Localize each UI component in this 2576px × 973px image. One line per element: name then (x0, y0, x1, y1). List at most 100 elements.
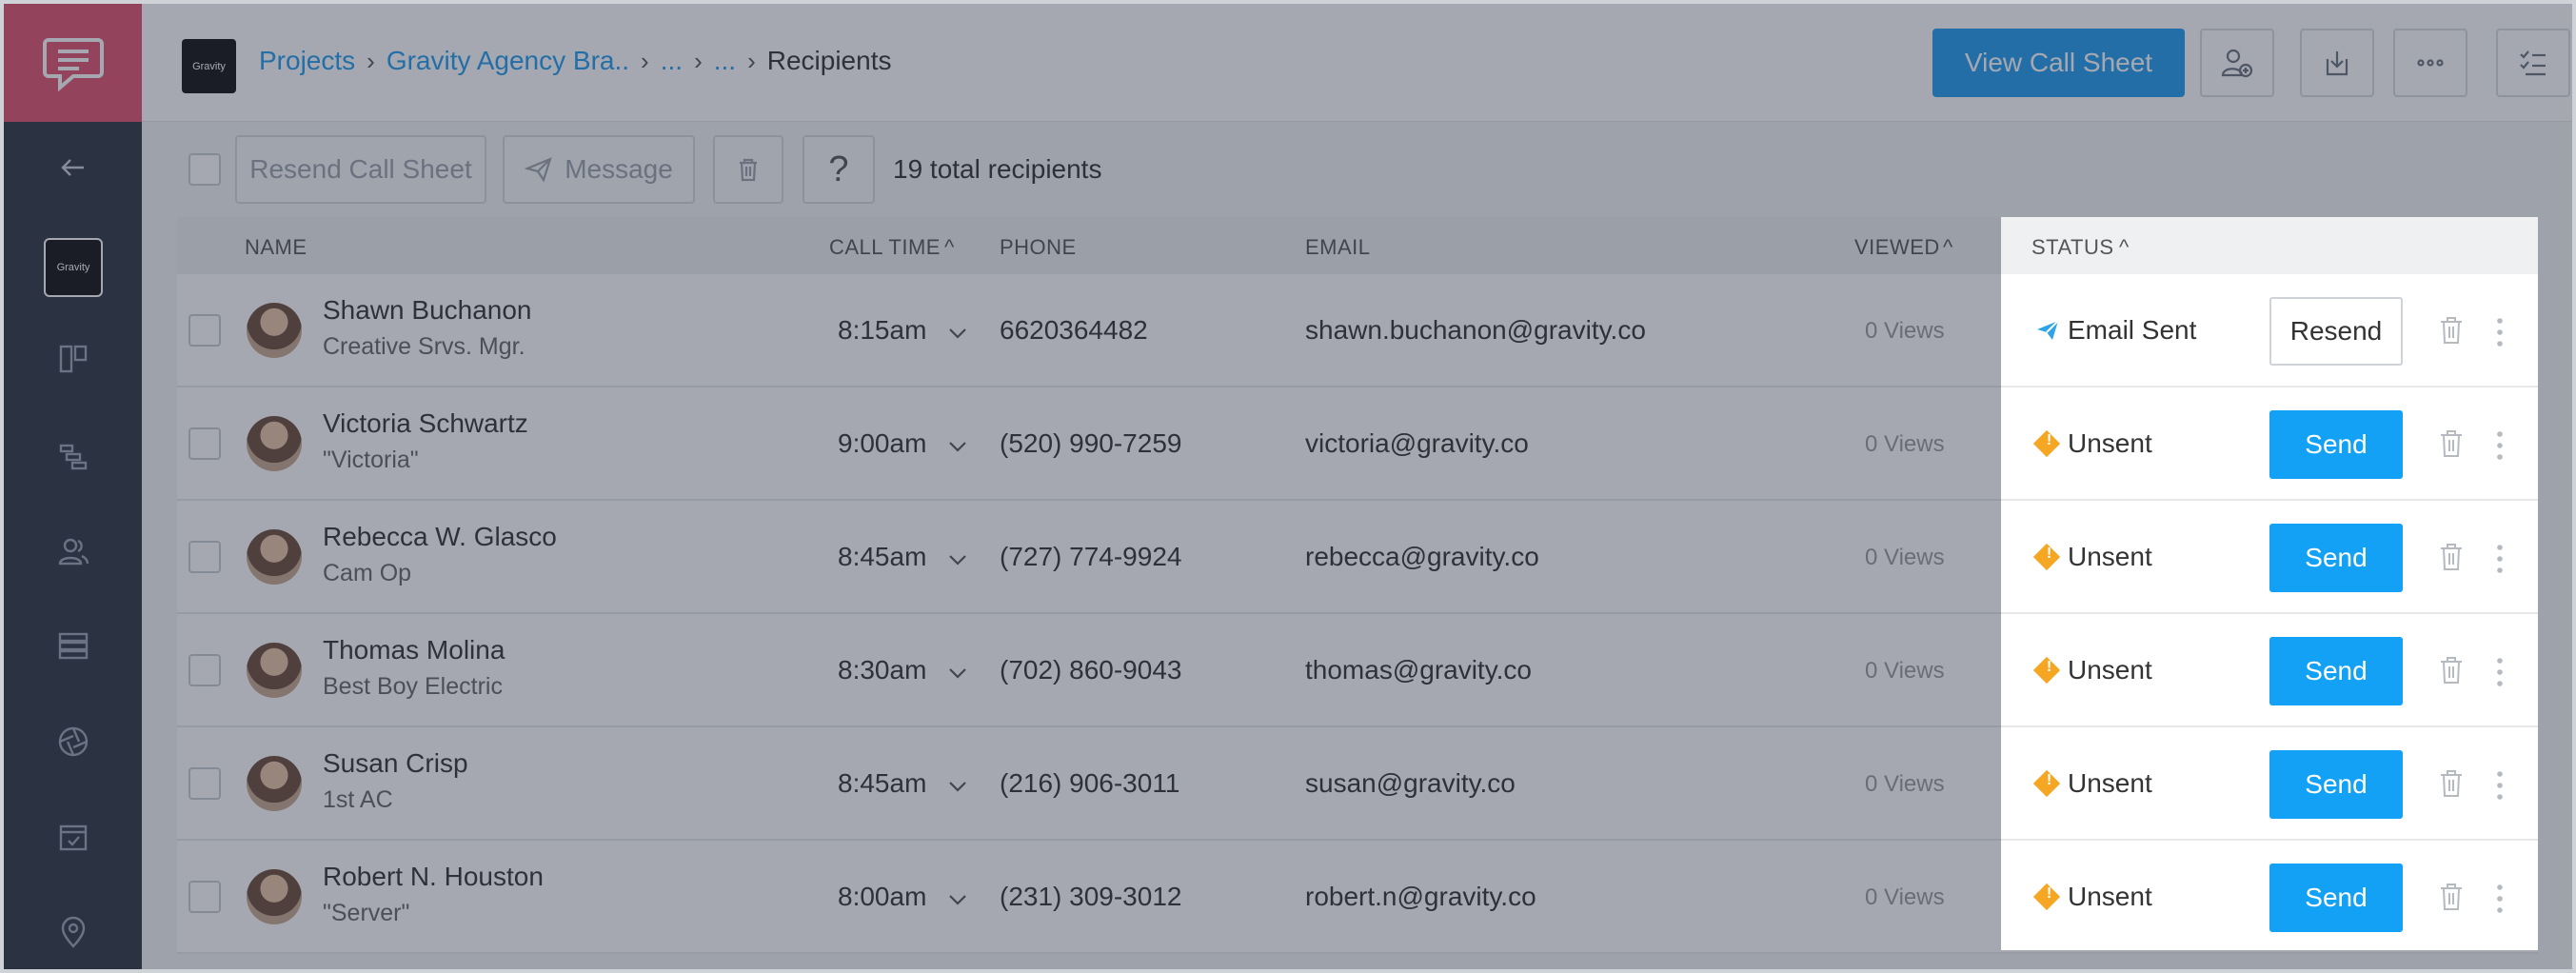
status: Unsent (2032, 768, 2152, 799)
trash-icon[interactable] (2437, 314, 2466, 347)
chevron-down-icon[interactable] (946, 888, 969, 911)
contacts-icon[interactable] (4, 518, 142, 585)
list-icon[interactable] (4, 613, 142, 680)
row-checkbox[interactable] (188, 881, 221, 913)
recipient-name[interactable]: Thomas Molina (323, 635, 505, 665)
email: robert.n@gravity.co (1305, 882, 1536, 911)
more-options-button[interactable] (2393, 29, 2467, 97)
row-checkbox[interactable] (188, 427, 221, 460)
back-arrow-icon[interactable] (4, 134, 142, 201)
breadcrumb-project[interactable]: Gravity Agency Bra.. (386, 46, 629, 76)
send-button[interactable]: Send (2269, 637, 2403, 705)
breadcrumb-projects[interactable]: Projects (259, 46, 355, 76)
checklist-icon (2520, 50, 2546, 76)
sort-asc-icon: ^ (944, 235, 955, 259)
kebab-menu-icon[interactable] (2496, 316, 2504, 348)
views-count: 0 Views (1865, 884, 1945, 910)
send-button[interactable]: Send (2269, 864, 2403, 932)
app-logo[interactable] (4, 4, 142, 122)
call-time[interactable]: 9:00am (838, 428, 926, 459)
phone: 6620364482 (1000, 315, 1148, 345)
row-checkbox[interactable] (188, 541, 221, 573)
column-email[interactable]: EMAIL (1305, 235, 1371, 260)
kebab-menu-icon[interactable] (2496, 429, 2504, 462)
kebab-menu-icon[interactable] (2496, 769, 2504, 802)
phone: (702) 860-9043 (1000, 655, 1182, 685)
view-call-sheet-button[interactable]: View Call Sheet (1932, 29, 2185, 97)
select-all-checkbox[interactable] (188, 153, 221, 186)
recipient-name[interactable]: Rebecca W. Glasco (323, 522, 557, 552)
bulk-actions-toolbar: Resend Call Sheet Message ? 19 total rec… (142, 122, 2572, 217)
views-count: 0 Views (1865, 545, 1945, 570)
warning-diamond-icon (2032, 543, 2061, 571)
status: Unsent (2032, 428, 2152, 459)
breadcrumb-ellipsis[interactable]: ... (661, 46, 683, 76)
recipient-role: Creative Srvs. Mgr. (323, 333, 525, 360)
checklist-button[interactable] (2496, 29, 2570, 97)
status-column-highlight: STATUS ^ Email Sent Resend Unsent Send U… (2001, 217, 2538, 950)
chevron-down-icon[interactable] (946, 435, 969, 458)
email: susan@gravity.co (1305, 768, 1516, 798)
row-checkbox[interactable] (188, 654, 221, 686)
call-time[interactable]: 8:15am (838, 315, 926, 346)
send-button[interactable]: Send (2269, 750, 2403, 819)
help-button[interactable]: ? (803, 135, 875, 204)
delete-button[interactable] (713, 135, 783, 204)
chevron-down-icon[interactable] (946, 775, 969, 798)
chevron-right-icon: › (694, 46, 703, 75)
kebab-menu-icon[interactable] (2496, 883, 2504, 915)
trash-icon[interactable] (2437, 881, 2466, 913)
recipient-name[interactable]: Robert N. Houston (323, 862, 544, 892)
project-thumbnail[interactable]: Gravity (44, 238, 103, 297)
column-viewed[interactable]: VIEWED (1854, 235, 1940, 260)
trash-icon[interactable] (2437, 654, 2466, 686)
status: Unsent (2032, 542, 2152, 572)
breadcrumb-current: Recipients (766, 46, 892, 75)
trash-icon[interactable] (2437, 427, 2466, 460)
call-time[interactable]: 8:45am (838, 768, 926, 799)
location-pin-icon[interactable] (4, 899, 142, 965)
more-horizontal-icon (2417, 59, 2444, 67)
trash-icon[interactable] (2437, 541, 2466, 573)
chevron-right-icon: › (747, 46, 756, 75)
calendar-icon[interactable] (4, 804, 142, 870)
row-checkbox[interactable] (188, 767, 221, 800)
call-time[interactable]: 8:00am (838, 882, 926, 912)
recipient-name[interactable]: Susan Crisp (323, 748, 468, 779)
send-button[interactable]: Send (2269, 410, 2403, 479)
avatar (247, 529, 302, 585)
column-name[interactable]: NAME (245, 235, 307, 260)
download-button[interactable] (2300, 29, 2374, 97)
kebab-menu-icon[interactable] (2496, 656, 2504, 688)
status-label: Unsent (2068, 768, 2152, 798)
chevron-down-icon[interactable] (946, 322, 969, 345)
recipient-name[interactable]: Victoria Schwartz (323, 408, 528, 439)
chevron-down-icon[interactable] (946, 548, 969, 571)
call-time[interactable]: 8:45am (838, 542, 926, 572)
column-call-time[interactable]: CALL TIME (829, 235, 941, 260)
chevron-down-icon[interactable] (946, 662, 969, 685)
chevron-right-icon: › (641, 46, 649, 75)
resend-button[interactable]: Resend (2269, 297, 2403, 366)
timeline-icon[interactable] (4, 423, 142, 489)
aperture-icon[interactable] (4, 708, 142, 775)
board-icon[interactable] (4, 326, 142, 392)
row-checkbox[interactable] (188, 314, 221, 347)
project-logo: Gravity (182, 39, 236, 93)
app-window: Gravity Gravity Projects › Gravity Agenc… (0, 0, 2576, 973)
add-recipient-button[interactable] (2200, 29, 2274, 97)
trash-icon (740, 158, 757, 182)
recipient-role: Best Boy Electric (323, 673, 503, 700)
status-row: Unsent Send (2001, 841, 2538, 950)
recipient-name[interactable]: Shawn Buchanon (323, 295, 532, 326)
column-status[interactable]: STATUS (2031, 235, 2114, 260)
breadcrumb-ellipsis[interactable]: ... (714, 46, 736, 76)
message-button[interactable]: Message (503, 135, 695, 204)
send-button[interactable]: Send (2269, 524, 2403, 592)
resend-call-sheet-button[interactable]: Resend Call Sheet (235, 135, 486, 204)
trash-icon[interactable] (2437, 767, 2466, 800)
kebab-menu-icon[interactable] (2496, 543, 2504, 575)
column-phone[interactable]: PHONE (1000, 235, 1077, 260)
call-time[interactable]: 8:30am (838, 655, 926, 685)
status-label: Email Sent (2068, 315, 2197, 345)
